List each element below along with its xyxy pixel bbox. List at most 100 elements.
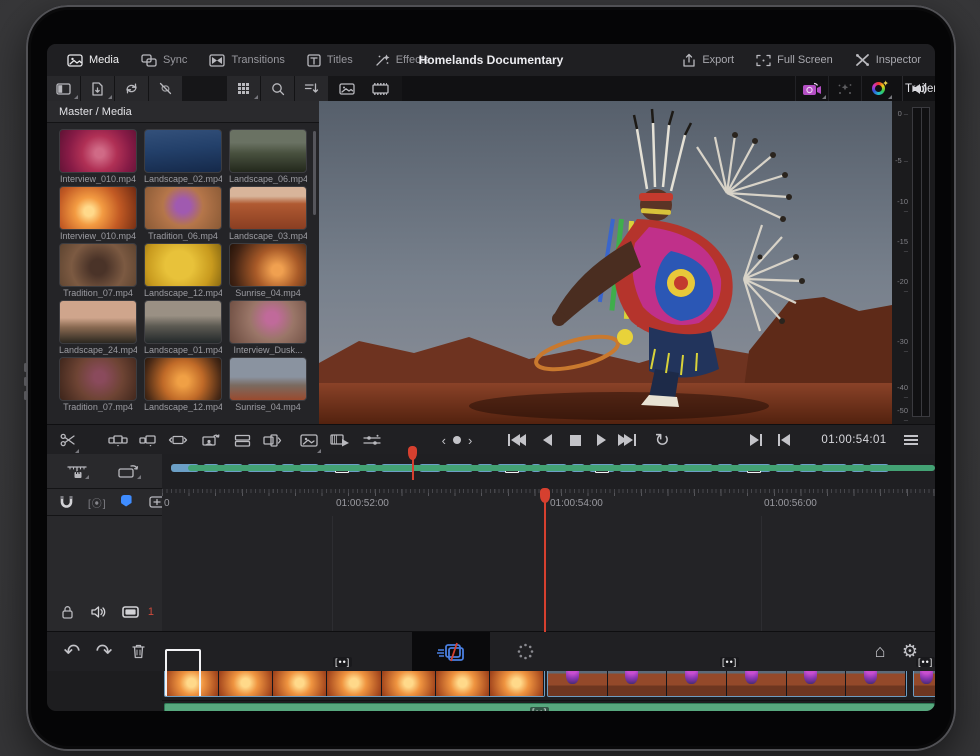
app-screen: Media Sync Transitions Titles xyxy=(47,44,935,711)
panel-toggle-button[interactable] xyxy=(47,76,80,101)
meter-label: -20 xyxy=(892,277,908,295)
go-to-start-button[interactable] xyxy=(505,425,529,455)
flag-marker-icon[interactable] xyxy=(121,495,132,510)
media-clip[interactable]: Landscape_24.mp4 xyxy=(59,300,137,357)
tools-adjust-button[interactable] xyxy=(359,425,385,455)
action-label: Inspector xyxy=(876,54,921,66)
audio-clip[interactable] xyxy=(164,703,935,711)
media-clip[interactable]: Tradition_07.mp4 xyxy=(59,357,137,414)
cut-scissors-button[interactable] xyxy=(55,425,81,455)
smart-insert-button[interactable] xyxy=(105,425,131,455)
overwrite-button[interactable] xyxy=(259,425,285,455)
clip-resize-tool-button[interactable] xyxy=(113,462,143,481)
media-clip[interactable]: Interview_Dusk... xyxy=(229,300,307,357)
match-frame-button[interactable] xyxy=(773,425,795,455)
media-clip[interactable]: Landscape_03.mp4 xyxy=(229,186,307,243)
media-clip[interactable]: Landscape_02.mp4 xyxy=(144,129,222,186)
place-on-top-button[interactable] xyxy=(197,425,225,455)
media-clip[interactable]: Landscape_01.mp4 xyxy=(144,300,222,357)
viewer-preview[interactable] xyxy=(319,101,892,424)
source-clip-button[interactable] xyxy=(327,425,353,455)
media-clip[interactable]: Sunrise_04.mp4 xyxy=(229,243,307,300)
resync-button[interactable] xyxy=(115,76,148,101)
clip-marker-badge[interactable]: [••] xyxy=(916,657,935,667)
video-track-enable-icon[interactable] xyxy=(122,606,139,618)
tab-label: Titles xyxy=(327,54,353,66)
view-mode-thumbnail-icon[interactable] xyxy=(330,76,363,101)
video-track-lock-icon[interactable] xyxy=(61,605,74,619)
clip-marker-badge[interactable]: [••] xyxy=(720,657,739,667)
meter-label: -5 xyxy=(892,156,908,165)
media-clip[interactable]: Landscape_12.mp4 xyxy=(144,357,222,414)
media-scrollbar[interactable] xyxy=(313,131,316,215)
tab-sync[interactable]: Sync xyxy=(133,50,195,71)
meter-label: -50 xyxy=(892,406,908,424)
auto-color-icon[interactable]: ✦ xyxy=(861,76,894,101)
timeline-overview[interactable] xyxy=(162,454,935,490)
media-clip[interactable]: Landscape_06.mp4 xyxy=(229,129,307,186)
transitions-icon xyxy=(209,54,225,67)
trim-tool-button[interactable] xyxy=(63,461,91,481)
full-screen-button[interactable]: Full Screen xyxy=(756,54,833,67)
breadcrumb[interactable]: Master / Media xyxy=(47,101,319,123)
clip-marker-badge[interactable]: [••] xyxy=(333,657,352,667)
audio-marker-badge[interactable]: [••] xyxy=(530,707,549,711)
delete-trash-button[interactable] xyxy=(125,632,151,671)
tab-titles[interactable]: Titles xyxy=(299,50,361,71)
step-back-button[interactable] xyxy=(537,425,557,455)
camera-cut-button[interactable] xyxy=(795,76,828,101)
tab-effects[interactable]: Effects xyxy=(367,49,437,71)
inspector-tools-icon xyxy=(855,53,870,67)
side-button xyxy=(24,363,27,372)
snapping-magnet-icon[interactable] xyxy=(59,495,74,509)
source-overwrite-button[interactable] xyxy=(229,425,255,455)
scene-cut-detect-icon[interactable] xyxy=(828,76,861,101)
play-around-button[interactable] xyxy=(745,425,767,455)
media-clip[interactable]: Sunrise_04.mp4 xyxy=(229,357,307,414)
tab-media[interactable]: Media xyxy=(59,50,127,71)
undo-button[interactable]: ↶ xyxy=(59,632,85,671)
video-track-audio-icon[interactable] xyxy=(90,605,106,619)
playhead-handle[interactable] xyxy=(540,488,550,503)
media-clip[interactable]: Landscape_12.mp4 xyxy=(144,243,222,300)
video-track-number: 1 xyxy=(148,606,154,618)
audio-track: [••] xyxy=(162,701,935,711)
tab-transitions[interactable]: Transitions xyxy=(201,50,292,71)
ripple-overwrite-button[interactable] xyxy=(165,425,191,455)
loop-button[interactable]: ↻ xyxy=(651,425,673,455)
inspector-button[interactable]: Inspector xyxy=(855,53,921,67)
grid-view-button[interactable] xyxy=(227,76,260,101)
selected-clip-head[interactable] xyxy=(165,649,201,697)
export-button[interactable]: Export xyxy=(682,53,734,68)
ipad-device: Media Sync Transitions Titles xyxy=(26,5,956,751)
play-button[interactable] xyxy=(591,425,611,455)
media-clip[interactable]: Interview_010.mp4 xyxy=(59,186,137,243)
import-media-button[interactable] xyxy=(81,76,114,101)
relink-button[interactable] xyxy=(149,76,182,101)
overview-playhead-pin[interactable] xyxy=(408,446,417,460)
search-icon[interactable] xyxy=(261,76,294,101)
linked-selection-icon[interactable]: [⦿] xyxy=(88,495,107,510)
close-up-button[interactable] xyxy=(295,425,323,455)
color-page-button[interactable] xyxy=(509,632,541,671)
home-button[interactable]: ⌂ xyxy=(867,632,893,671)
view-mode-filmstrip-icon[interactable] xyxy=(364,76,397,101)
timeline-options-menu[interactable] xyxy=(899,425,923,455)
sort-button[interactable] xyxy=(295,76,328,101)
jog-wheel-control[interactable]: ‹› xyxy=(435,425,479,455)
media-clip[interactable]: Tradition_07.mp4 xyxy=(59,243,137,300)
timeline-playhead[interactable] xyxy=(544,489,546,632)
timeline-region: [⦿] 1 A1 xyxy=(47,454,935,671)
stop-button[interactable] xyxy=(565,425,585,455)
media-clip[interactable]: Interview_010.mp4 xyxy=(59,129,137,186)
sync-icon xyxy=(141,54,157,67)
cut-page-button[interactable] xyxy=(412,632,490,671)
export-icon xyxy=(682,53,696,68)
mute-speaker-icon[interactable] xyxy=(902,76,935,101)
ruler-label: 01:00:56:00 xyxy=(764,498,817,509)
redo-button[interactable]: ↷ xyxy=(91,632,117,671)
top-bar: Media Sync Transitions Titles xyxy=(47,44,935,77)
go-to-end-button[interactable] xyxy=(615,425,639,455)
append-button[interactable] xyxy=(135,425,161,455)
media-clip[interactable]: Tradition_06.mp4 xyxy=(144,186,222,243)
